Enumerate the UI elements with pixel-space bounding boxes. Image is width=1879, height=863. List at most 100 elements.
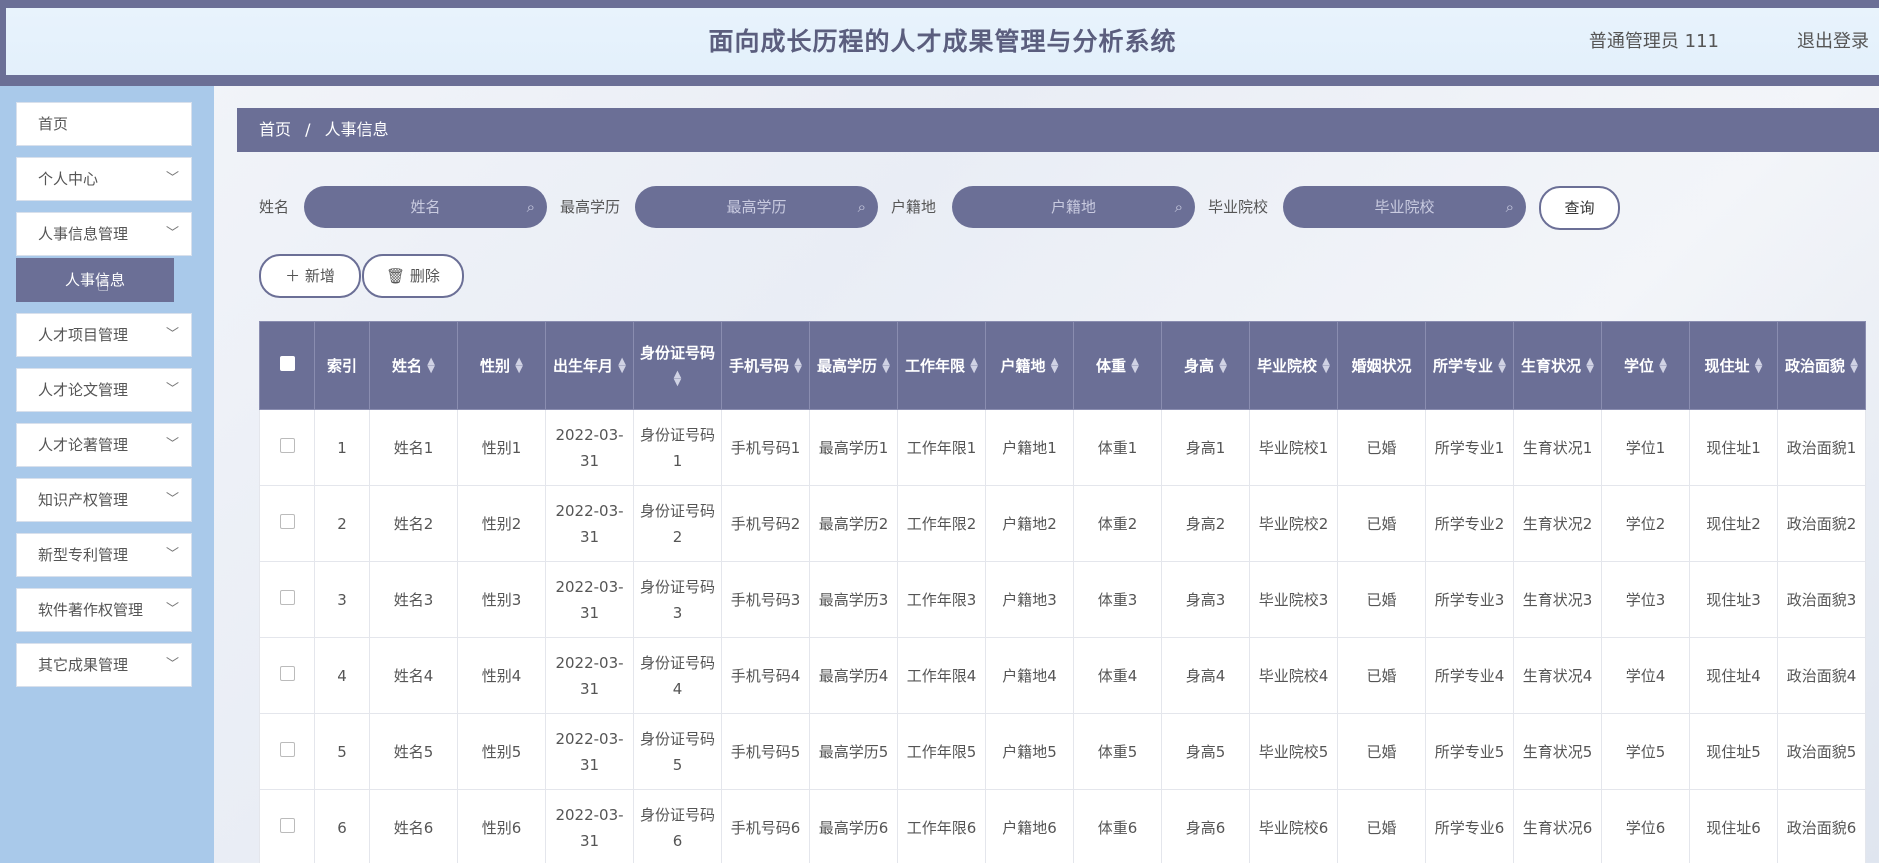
row-checkbox[interactable]: [279, 513, 295, 529]
column-header[interactable]: 政治面貌 ▲ ▼: [1777, 321, 1866, 410]
sidebar-item-software-copyright-management[interactable]: 软件著作权管理 ﹀: [16, 588, 192, 632]
sort-icon[interactable]: ▲ ▼: [1219, 357, 1227, 375]
table-cell: 体重1: [1073, 409, 1162, 486]
sort-icon[interactable]: ▲ ▼: [1659, 357, 1667, 375]
trash-icon: 🗑: [386, 267, 406, 285]
column-header[interactable]: 学位 ▲ ▼: [1601, 321, 1690, 410]
sort-icon[interactable]: ▲ ▼: [1850, 357, 1858, 375]
table-cell: 身份证号码5: [633, 713, 722, 790]
column-header[interactable]: 工作年限 ▲ ▼: [897, 321, 986, 410]
table-cell: 2022-03-31: [545, 561, 634, 638]
column-header[interactable]: 体重 ▲ ▼: [1073, 321, 1162, 410]
column-header-label: 最高学历: [817, 356, 878, 375]
search-input-school[interactable]: 毕业院校 ⌕: [1283, 186, 1526, 228]
sort-icon[interactable]: ▲ ▼: [427, 357, 435, 375]
row-checkbox[interactable]: [279, 437, 295, 453]
table-cell: 6: [314, 789, 370, 863]
breadcrumb-home[interactable]: 首页: [259, 108, 291, 152]
table-cell: 户籍地3: [985, 561, 1074, 638]
table-header-row: 索引 姓名 ▲ ▼ 性别 ▲ ▼ 出生年月 ▲ ▼ 身份证号码 ▲ ▼ 手机号码 ▲ ▼ 最高学历 ▲…: [259, 321, 1866, 410]
sort-icon[interactable]: ▲ ▼: [794, 357, 802, 375]
column-header[interactable]: 身份证号码 ▲ ▼: [633, 321, 722, 410]
table-row[interactable]: 4 姓名4 性别4 2022-03-31 身份证号码4 手机号码4 最高学历4 工作年限4 户籍…: [259, 637, 1866, 714]
table-row[interactable]: 1 姓名1 性别1 2022-03-31 身份证号码1 手机号码1 最高学历1 工作年限1 户籍…: [259, 409, 1866, 486]
row-checkbox[interactable]: [279, 665, 295, 681]
sidebar-item-talent-project-management[interactable]: 人才项目管理 ﹀: [16, 313, 192, 357]
table-cell: 2022-03-31: [545, 789, 634, 863]
sidebar-item-home[interactable]: 首页: [16, 102, 192, 146]
table-cell: 已婚: [1337, 409, 1426, 486]
sort-icon[interactable]: ▲ ▼: [1498, 357, 1506, 375]
table-cell: 学位2: [1601, 485, 1690, 562]
chevron-down-icon: ﹀: [165, 657, 179, 672]
column-header[interactable]: 现住址 ▲ ▼: [1689, 321, 1778, 410]
column-header[interactable]: 性别 ▲ ▼: [457, 321, 546, 410]
sort-icon[interactable]: ▲ ▼: [1322, 357, 1330, 375]
search-input-name[interactable]: 姓名 ⌕: [304, 186, 547, 228]
table-row[interactable]: 2 姓名2 性别2 2022-03-31 身份证号码2 手机号码2 最高学历2 工作年限2 户籍…: [259, 485, 1866, 562]
sort-icon[interactable]: ▲ ▼: [882, 357, 890, 375]
sort-icon[interactable]: ▲ ▼: [970, 357, 978, 375]
sidebar-item-patent-management[interactable]: 新型专利管理 ﹀: [16, 533, 192, 577]
sidebar-item-label: 知识产权管理: [38, 491, 129, 509]
delete-button-label: 删除: [409, 267, 440, 285]
table-cell: 4: [314, 637, 370, 714]
delete-button[interactable]: 🗑 删除: [362, 254, 464, 298]
table-cell: 5: [314, 713, 370, 790]
table-cell: 生育状况5: [1513, 713, 1602, 790]
table-cell: 工作年限2: [897, 485, 986, 562]
sidebar-subitem-personnel-info[interactable]: 人事信息: [16, 258, 174, 302]
table-cell: 户籍地5: [985, 713, 1074, 790]
row-checkbox[interactable]: [279, 589, 295, 605]
column-header[interactable]: 最高学历 ▲ ▼: [809, 321, 898, 410]
select-all-cell: [259, 321, 315, 410]
sidebar-item-other-achievement-management[interactable]: 其它成果管理 ﹀: [16, 643, 192, 687]
table-cell: 毕业院校2: [1249, 485, 1338, 562]
sort-icon[interactable]: ▲ ▼: [674, 370, 682, 388]
table-cell: 政治面貌1: [1777, 409, 1866, 486]
table-cell: 生育状况6: [1513, 789, 1602, 863]
row-checkbox[interactable]: [279, 741, 295, 757]
search-input-education[interactable]: 最高学历 ⌕: [635, 186, 878, 228]
sort-icon[interactable]: ▲ ▼: [618, 357, 626, 375]
column-header[interactable]: 出生年月 ▲ ▼: [545, 321, 634, 410]
table-cell: 最高学历2: [809, 485, 898, 562]
column-header[interactable]: 生育状况 ▲ ▼: [1513, 321, 1602, 410]
table-cell: 学位5: [1601, 713, 1690, 790]
sidebar-item-label: 首页: [38, 115, 69, 133]
column-header[interactable]: 户籍地 ▲ ▼: [985, 321, 1074, 410]
sidebar-item-talent-book-management[interactable]: 人才论著管理 ﹀: [16, 423, 192, 467]
add-button[interactable]: ＋ 新增: [259, 254, 361, 298]
sort-icon[interactable]: ▲ ▼: [515, 357, 523, 375]
table-row[interactable]: 3 姓名3 性别3 2022-03-31 身份证号码3 手机号码3 最高学历3 工作年限3 户籍…: [259, 561, 1866, 638]
query-button[interactable]: 查询: [1539, 186, 1620, 230]
table-row[interactable]: 6 姓名6 性别6 2022-03-31 身份证号码6 手机号码6 最高学历6 工作年限6 户籍…: [259, 789, 1866, 863]
table-cell: 现住址3: [1689, 561, 1778, 638]
sort-icon[interactable]: ▲ ▼: [1755, 357, 1763, 375]
column-header-label: 身份证号码: [639, 343, 715, 362]
table-cell: 学位1: [1601, 409, 1690, 486]
sort-icon[interactable]: ▲ ▼: [1051, 357, 1059, 375]
column-header-label: 工作年限: [905, 356, 966, 375]
column-header[interactable]: 所学专业 ▲ ▼: [1425, 321, 1514, 410]
sort-icon[interactable]: ▲ ▼: [1131, 357, 1139, 375]
select-all-checkbox[interactable]: [279, 355, 295, 371]
search-input-hometown[interactable]: 户籍地 ⌕: [952, 186, 1195, 228]
column-header[interactable]: 手机号码 ▲ ▼: [721, 321, 810, 410]
column-header[interactable]: 身高 ▲ ▼: [1161, 321, 1250, 410]
table-cell: 性别3: [457, 561, 546, 638]
table-cell: 身高2: [1161, 485, 1250, 562]
column-header[interactable]: 毕业院校 ▲ ▼: [1249, 321, 1338, 410]
table-cell: 手机号码2: [721, 485, 810, 562]
logout-link[interactable]: 退出登录: [1797, 8, 1869, 75]
sidebar-item-talent-paper-management[interactable]: 人才论文管理 ﹀: [16, 368, 192, 412]
table-row[interactable]: 5 姓名5 性别5 2022-03-31 身份证号码5 手机号码5 最高学历5 工作年限5 户籍…: [259, 713, 1866, 790]
sort-icon[interactable]: ▲ ▼: [1586, 357, 1594, 375]
table-cell: 3: [314, 561, 370, 638]
sidebar-item-ip-management[interactable]: 知识产权管理 ﹀: [16, 478, 192, 522]
table-cell: 身份证号码6: [633, 789, 722, 863]
column-header-label: 索引: [326, 356, 357, 375]
table-cell: 毕业院校5: [1249, 713, 1338, 790]
row-checkbox[interactable]: [279, 817, 295, 833]
column-header[interactable]: 姓名 ▲ ▼: [369, 321, 458, 410]
